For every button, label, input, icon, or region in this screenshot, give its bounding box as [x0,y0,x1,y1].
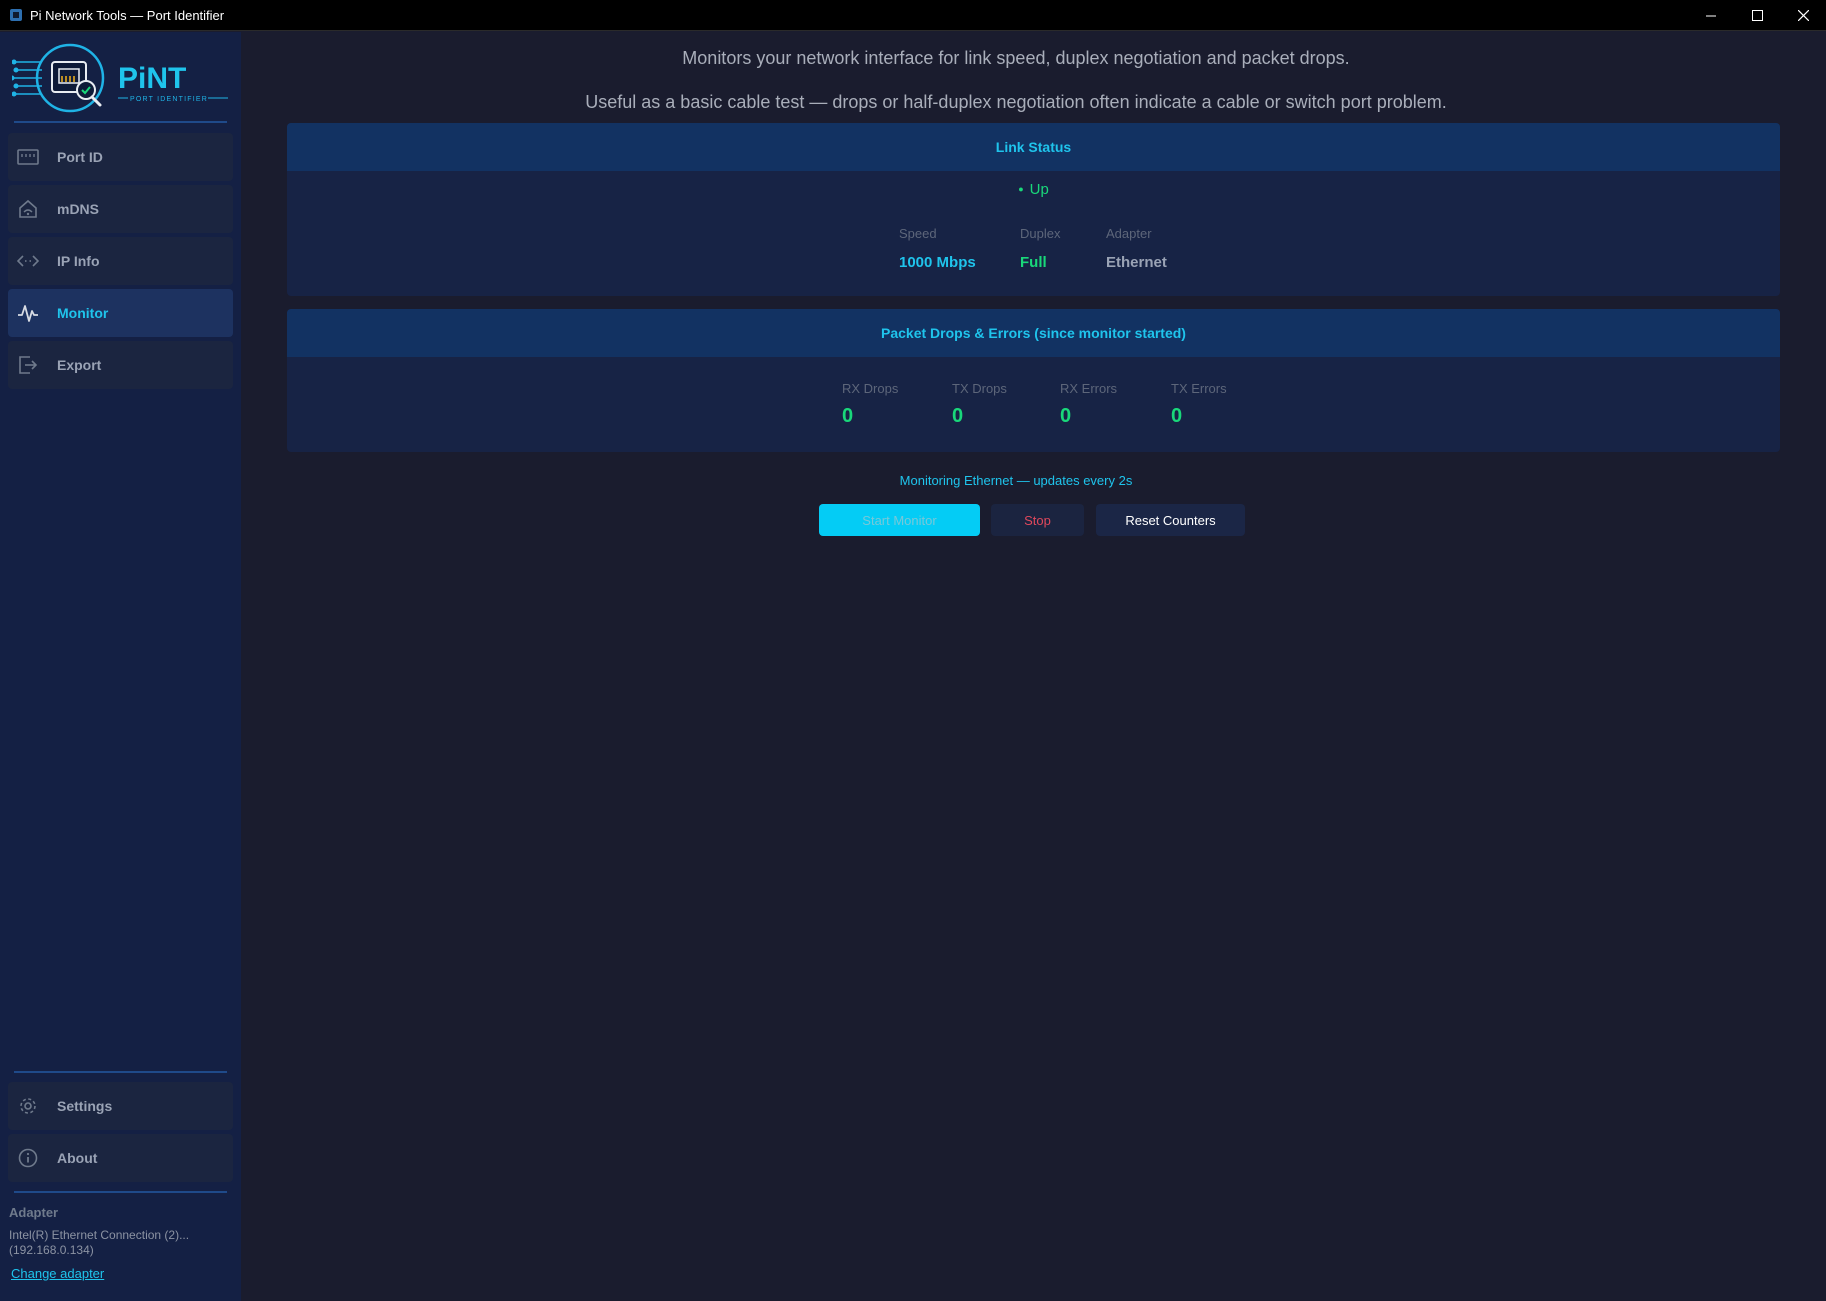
start-monitor-button[interactable]: Start Monitor [819,504,980,536]
sidebar: PiNT PORT IDENTIFIER Port ID mDNS IP Inf… [0,32,241,1301]
title-bar: Pi Network Tools — Port Identifier [0,0,1826,31]
pulse-icon [16,301,40,325]
sidebar-item-ip-info[interactable]: IP Info [8,237,233,285]
sidebar-item-label: Export [57,357,102,373]
description-line-2: Useful as a basic cable test — drops or … [585,92,1447,112]
minimize-icon [1705,15,1716,17]
status-dot-icon: ● [1018,184,1024,194]
rx-errors-stat: RX Errors 0 [1060,381,1117,428]
change-adapter-link[interactable]: Change adapter [11,1266,104,1281]
sidebar-item-export[interactable]: Export [8,341,233,389]
minimize-button[interactable] [1688,0,1734,31]
sidebar-item-label: Port ID [57,149,103,165]
duplex-label: Duplex [1020,226,1061,241]
info-icon [16,1146,40,1170]
packet-drops-title: Packet Drops & Errors (since monitor sta… [287,309,1780,357]
adapter-value: Ethernet [1106,254,1167,271]
app-icon [10,9,22,21]
tx-drops-stat: TX Drops 0 [952,381,1007,428]
rx-errors-value: 0 [1060,405,1072,427]
sidebar-item-settings[interactable]: Settings [8,1082,233,1130]
adapter-label: Adapter [1106,226,1152,241]
sidebar-item-mdns[interactable]: mDNS [8,185,233,233]
sidebar-divider [14,1071,227,1073]
adapter-header: Adapter [9,1205,59,1220]
adapter-ip: (192.168.0.134) [9,1243,94,1257]
sidebar-divider [14,121,227,123]
export-icon [16,353,40,377]
link-state: ● Up [287,181,1780,199]
rx-errors-label: RX Errors [1060,381,1118,396]
sidebar-item-label: IP Info [57,253,100,269]
link-status-title: Link Status [287,123,1780,171]
close-button[interactable] [1780,0,1826,31]
pint-logo-icon: PiNT PORT IDENTIFIER [9,43,228,113]
speed-stat: Speed 1000 Mbps [899,226,976,271]
tx-drops-value: 0 [952,405,964,427]
app-logo: PiNT PORT IDENTIFIER [9,40,232,115]
ethernet-port-icon [16,145,40,169]
rx-drops-value: 0 [842,405,854,427]
tx-errors-label: TX Errors [1171,381,1227,396]
sidebar-item-label: Settings [57,1098,113,1114]
link-state-label: Up [1029,181,1049,198]
gear-icon [16,1094,40,1118]
rx-drops-label: RX Drops [842,381,899,396]
stop-button[interactable]: Stop [991,504,1084,536]
sidebar-item-port-id[interactable]: Port ID [8,133,233,181]
monitor-status-text: Monitoring Ethernet — updates every 2s [899,473,1133,488]
duplex-stat: Duplex Full [1020,226,1060,271]
link-status-panel: Link Status ● Up Speed 1000 Mbps Duplex F… [287,123,1780,296]
tx-errors-value: 0 [1171,405,1183,427]
rx-drops-stat: RX Drops 0 [842,381,898,428]
packet-drops-panel: Packet Drops & Errors (since monitor sta… [287,309,1780,452]
speed-label: Speed [899,226,937,241]
broadcast-home-icon [16,197,40,221]
speed-value: 1000 Mbps [899,254,976,271]
close-icon [1797,10,1809,21]
maximize-button[interactable] [1734,0,1780,31]
sidebar-item-monitor[interactable]: Monitor [8,289,233,337]
sidebar-item-about[interactable]: About [8,1134,233,1182]
main-content: Monitors your network interface for link… [241,32,1826,1301]
sidebar-item-label: About [57,1150,98,1166]
sidebar-item-label: mDNS [57,201,100,217]
adapter-stat: Adapter Ethernet [1106,226,1167,271]
adapter-description: Intel(R) Ethernet Connection (2)... [9,1228,190,1242]
sidebar-item-label: Monitor [57,305,109,321]
maximize-icon [1751,10,1763,21]
svg-text:PiNT: PiNT [118,62,186,95]
svg-text:PORT IDENTIFIER: PORT IDENTIFIER [130,96,208,103]
description-line-1: Monitors your network interface for link… [682,48,1350,68]
code-arrows-icon [16,249,40,273]
tx-drops-label: TX Drops [952,381,1007,396]
window-title: Pi Network Tools — Port Identifier [30,7,225,23]
adapter-name: Intel(R) Ethernet Connection (2)... (192… [9,1228,189,1258]
sidebar-divider [14,1191,227,1193]
tx-errors-stat: TX Errors 0 [1171,381,1227,428]
duplex-value: Full [1020,254,1047,271]
reset-counters-button[interactable]: Reset Counters [1096,504,1245,536]
